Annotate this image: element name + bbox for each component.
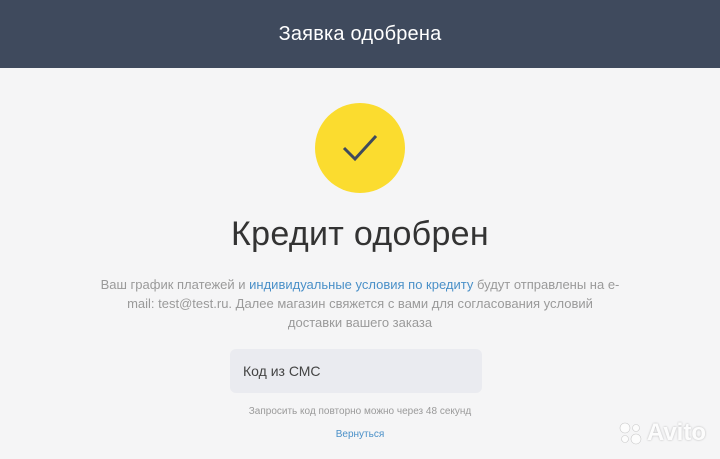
main-content: Кредит одобрен Ваш график платежей и инд…: [0, 68, 720, 459]
sms-code-input[interactable]: [230, 349, 482, 393]
header-title: Заявка одобрена: [278, 22, 442, 45]
avito-watermark: Avito: [617, 419, 706, 447]
info-text-part1: Ваш график платежей и: [100, 277, 250, 292]
checkmark-icon: [342, 134, 378, 162]
approval-title: Кредит одобрен: [231, 215, 489, 253]
resend-timer-text: Запросить код повторно можно через 48 се…: [248, 406, 472, 417]
avito-watermark-text: Avito: [646, 419, 706, 446]
header-bar: Заявка одобрена: [0, 0, 720, 68]
back-link-row: Вернуться: [0, 429, 720, 440]
success-badge: [315, 103, 405, 193]
credit-terms-link[interactable]: по кредиту: [408, 277, 473, 292]
individual-terms-link[interactable]: индивидуальные условия: [249, 277, 404, 292]
avito-logo-icon: [619, 422, 642, 445]
info-text: Ваш график платежей и индивидуальные усл…: [100, 275, 620, 332]
back-link[interactable]: Вернуться: [336, 429, 385, 440]
